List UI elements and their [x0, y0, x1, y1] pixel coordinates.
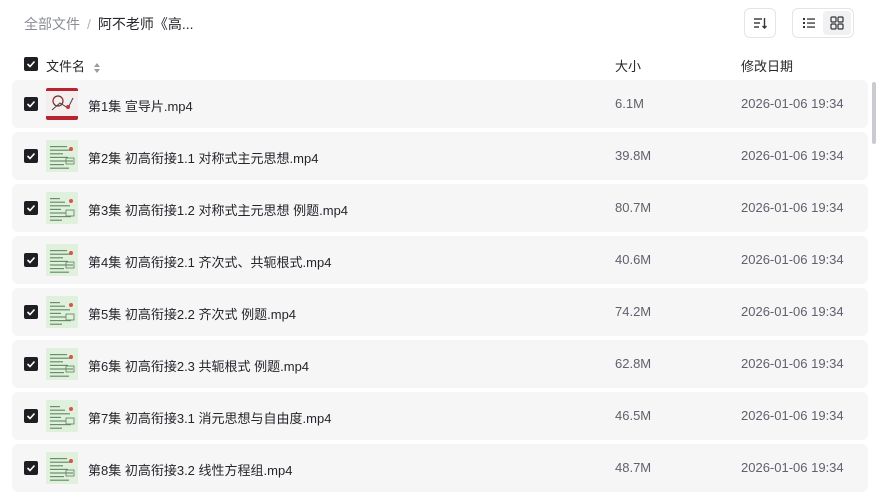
file-row[interactable]: 第5集 初高衔接2.2 齐次式 例题.mp4 74.2M 2026-01-06 19… [12, 288, 868, 336]
check-icon [26, 464, 36, 472]
file-name[interactable]: 第6集 初高衔接2.3 共轭根式 例题.mp4 [88, 356, 309, 375]
file-modified-date: 2026-01-06 19:34 [741, 96, 844, 111]
file-row[interactable]: 第8集 初高衔接3.2 线性方程组.mp4 48.7M 2026-01-06 19:… [12, 444, 868, 492]
view-toggle [792, 8, 854, 38]
check-icon [26, 308, 36, 316]
check-icon [26, 60, 36, 68]
file-size: 40.6M [615, 252, 652, 267]
file-name[interactable]: 第2集 初高衔接1.1 对称式主元思想.mp4 [88, 148, 318, 167]
video-thumbnail[interactable] [46, 140, 78, 172]
file-checkbox[interactable] [24, 97, 38, 111]
check-icon [26, 204, 36, 212]
check-icon [26, 256, 36, 264]
file-size: 74.2M [615, 304, 652, 319]
check-icon [26, 412, 36, 420]
file-size: 62.8M [615, 356, 652, 371]
file-size: 46.5M [615, 408, 652, 423]
file-modified-date: 2026-01-06 19:34 [741, 460, 844, 475]
sort-arrows-icon [93, 62, 100, 73]
file-checkbox[interactable] [24, 201, 38, 215]
file-modified-date: 2026-01-06 19:34 [741, 252, 844, 267]
check-icon [26, 360, 36, 368]
file-checkbox[interactable] [24, 305, 38, 319]
file-modified-date: 2026-01-06 19:34 [741, 304, 844, 319]
file-row[interactable]: 第7集 初高衔接3.1 消元思想与自由度.mp4 46.5M 2026-01-06 … [12, 392, 868, 440]
file-checkbox[interactable] [24, 357, 38, 371]
file-row[interactable]: 第3集 初高衔接1.2 对称式主元思想 例题.mp4 80.7M 2026-01-0… [12, 184, 868, 232]
list-view-icon [803, 18, 815, 28]
file-size: 6.1M [615, 96, 644, 111]
column-header-date[interactable]: 修改日期 [741, 56, 793, 75]
breadcrumb-current-folder: 阿不老师《高... [97, 16, 194, 32]
scrollbar[interactable] [872, 82, 876, 144]
video-thumbnail[interactable] [46, 192, 78, 224]
breadcrumb: 全部文件 / 阿不老师《高... [24, 14, 194, 34]
file-name[interactable]: 第4集 初高衔接2.1 齐次式、共轭根式.mp4 [88, 252, 331, 271]
file-size: 80.7M [615, 200, 652, 215]
file-row[interactable]: 第4集 初高衔接2.1 齐次式、共轭根式.mp4 40.6M 2026-01-06 … [12, 236, 868, 284]
video-thumbnail[interactable] [46, 348, 78, 380]
table-header: 文件名 大小 修改日期 [0, 52, 878, 76]
sort-button[interactable] [744, 8, 776, 38]
file-name[interactable]: 第7集 初高衔接3.1 消元思想与自由度.mp4 [88, 408, 331, 427]
video-thumbnail[interactable] [46, 452, 78, 484]
select-all-checkbox[interactable] [24, 57, 38, 71]
file-row[interactable]: 第1集 宣导片.mp4 6.1M 2026-01-06 19:34 [12, 80, 868, 128]
video-thumbnail[interactable] [46, 244, 78, 276]
file-modified-date: 2026-01-06 19:34 [741, 148, 844, 163]
file-row[interactable]: 第2集 初高衔接1.1 对称式主元思想.mp4 39.8M 2026-01-06 1… [12, 132, 868, 180]
file-size: 48.7M [615, 460, 652, 475]
video-thumbnail[interactable] [46, 400, 78, 432]
list-view-button[interactable] [795, 11, 823, 35]
grid-view-icon [830, 16, 844, 30]
file-checkbox[interactable] [24, 461, 38, 475]
column-header-name-label: 文件名 [46, 59, 86, 74]
file-checkbox[interactable] [24, 253, 38, 267]
file-name[interactable]: 第8集 初高衔接3.2 线性方程组.mp4 [88, 460, 292, 479]
file-modified-date: 2026-01-06 19:34 [741, 408, 844, 423]
breadcrumb-root-link[interactable]: 全部文件 [24, 14, 80, 34]
file-name[interactable]: 第1集 宣导片.mp4 [88, 96, 193, 115]
file-name[interactable]: 第5集 初高衔接2.2 齐次式 例题.mp4 [88, 304, 296, 323]
file-name[interactable]: 第3集 初高衔接1.2 对称式主元思想 例题.mp4 [88, 200, 348, 219]
file-row[interactable]: 第6集 初高衔接2.3 共轭根式 例题.mp4 62.8M 2026-01-06 1… [12, 340, 868, 388]
column-header-size[interactable]: 大小 [615, 56, 641, 75]
file-size: 39.8M [615, 148, 652, 163]
file-modified-date: 2026-01-06 19:34 [741, 200, 844, 215]
file-checkbox[interactable] [24, 409, 38, 423]
breadcrumb-separator: / [87, 16, 91, 32]
video-thumbnail[interactable] [46, 88, 78, 120]
file-checkbox[interactable] [24, 149, 38, 163]
check-icon [26, 100, 36, 108]
sort-icon [754, 18, 767, 29]
grid-view-button[interactable] [823, 11, 851, 35]
check-icon [26, 152, 36, 160]
video-thumbnail[interactable] [46, 296, 78, 328]
file-modified-date: 2026-01-06 19:34 [741, 356, 844, 371]
column-header-name[interactable]: 文件名 [46, 56, 101, 75]
